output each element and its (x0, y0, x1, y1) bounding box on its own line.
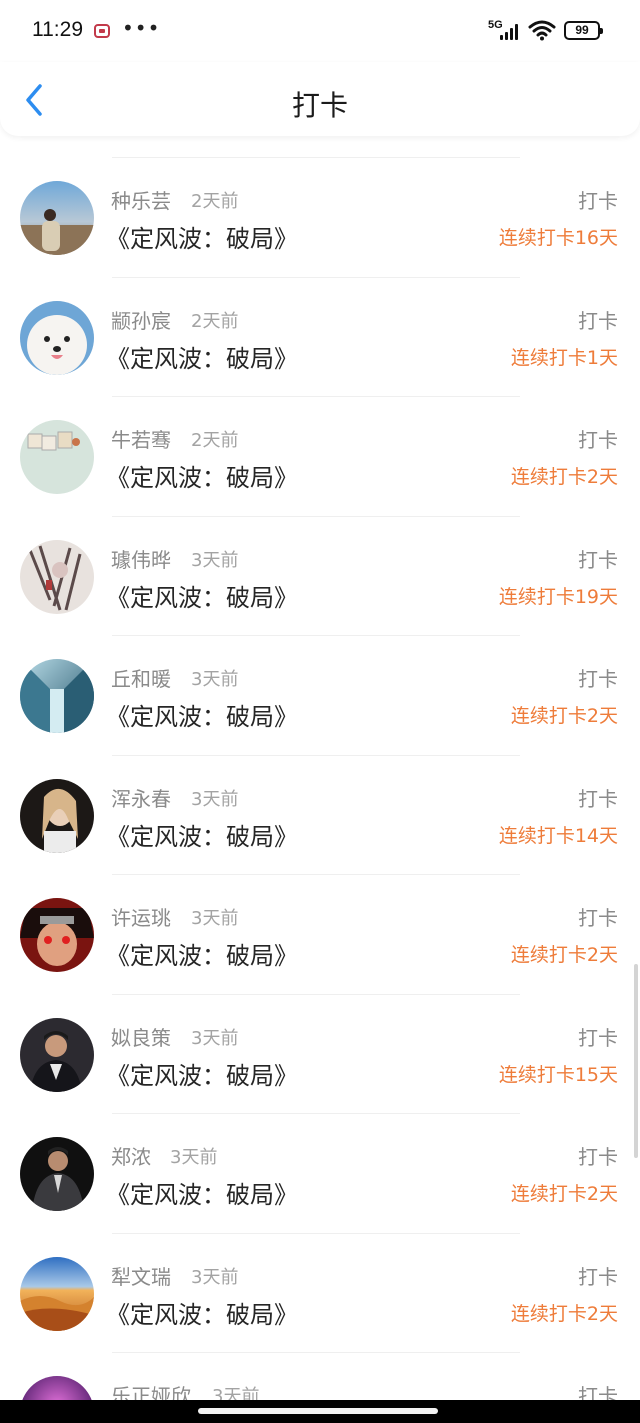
book-title[interactable]: 《定风波：破局》 (106, 1056, 298, 1091)
divider (112, 515, 520, 517)
streak-label: 连续打卡14天 (498, 824, 618, 847)
divider (112, 396, 520, 397)
user-name[interactable]: 浑永春 (111, 783, 171, 812)
status-time: 11:29 (32, 18, 83, 41)
divider (112, 157, 520, 158)
streak-label: 连续打卡2天 (510, 944, 618, 966)
checkin-label: 打卡 (578, 1264, 618, 1289)
user-name[interactable]: 郑浓 (111, 1141, 151, 1170)
user-name[interactable]: 许运珧 (111, 902, 171, 931)
checkin-label: 打卡 (578, 906, 618, 930)
checkin-label: 打卡 (578, 189, 618, 213)
book-title[interactable]: 《定风波：破局》 (106, 219, 298, 254)
nav-header: 打卡 (0, 62, 640, 136)
wifi-icon (528, 20, 556, 41)
avatar[interactable] (20, 300, 94, 375)
avatar[interactable] (20, 1256, 94, 1331)
avatar[interactable] (20, 420, 94, 494)
divider (112, 276, 520, 278)
time-ago: 2天前 (191, 191, 239, 212)
book-title[interactable]: 《定风波：破局》 (106, 1295, 298, 1330)
battery-icon: 99 (564, 21, 603, 40)
streak-label: 连续打卡15天 (498, 1063, 618, 1086)
book-title[interactable]: 《定风波：破局》 (106, 1175, 298, 1210)
time-ago: 2天前 (191, 430, 239, 451)
checkin-label: 打卡 (578, 786, 618, 811)
divider (112, 754, 520, 756)
time-ago: 3天前 (191, 1266, 239, 1288)
avatar[interactable] (20, 181, 94, 255)
checkin-label: 打卡 (578, 1145, 618, 1169)
home-indicator[interactable] (198, 1408, 438, 1414)
time-ago: 3天前 (191, 1027, 239, 1049)
avatar[interactable] (20, 1137, 94, 1211)
streak-label: 连续打卡2天 (510, 1302, 618, 1325)
book-title[interactable]: 《定风波：破局》 (106, 697, 298, 732)
list-item[interactable]: 乐正娅欣 3天前 打卡 (0, 1352, 640, 1400)
more-notifications-icon: ••• (122, 16, 161, 40)
time-ago: 3天前 (170, 1147, 218, 1168)
app-notification-icon (94, 24, 110, 38)
divider (112, 1352, 520, 1353)
checkin-list[interactable]: 种乐芸 2天前 《定风波：破局》 打卡 连续打卡16天 颛孙宸 2天前 《定风波… (0, 137, 640, 1400)
list-item[interactable]: 种乐芸 2天前 《定风波：破局》 打卡 连续打卡16天 (0, 157, 640, 277)
time-ago: 3天前 (191, 788, 239, 810)
streak-label: 连续打卡2天 (510, 466, 618, 488)
time-ago: 3天前 (212, 1386, 260, 1400)
checkin-label: 打卡 (578, 1025, 618, 1050)
user-name[interactable]: 种乐芸 (111, 185, 171, 214)
avatar[interactable] (20, 898, 94, 972)
checkin-label: 打卡 (578, 667, 618, 691)
book-title[interactable]: 《定风波：破局》 (106, 458, 298, 493)
user-name[interactable]: 犁文瑞 (111, 1261, 171, 1290)
divider (112, 993, 520, 995)
book-title[interactable]: 《定风波：破局》 (106, 817, 298, 852)
list-item[interactable]: 颛孙宸 2天前 《定风波：破局》 打卡 连续打卡1天 (0, 276, 640, 397)
user-name[interactable]: 姒良策 (111, 1022, 171, 1051)
time-ago: 2天前 (191, 310, 239, 332)
divider (112, 874, 520, 875)
streak-label: 连续打卡2天 (510, 1183, 618, 1205)
list-item[interactable]: 郑浓 3天前 《定风波：破局》 打卡 连续打卡2天 (0, 1113, 640, 1233)
time-ago: 3天前 (191, 669, 239, 690)
time-ago: 3天前 (191, 908, 239, 929)
checkin-label: 打卡 (578, 1384, 618, 1400)
avatar[interactable] (20, 1017, 94, 1092)
book-title[interactable]: 《定风波：破局》 (106, 339, 298, 374)
streak-label: 连续打卡1天 (510, 346, 618, 369)
system-navigation-bar (0, 1400, 640, 1423)
list-item[interactable]: 许运珧 3天前 《定风波：破局》 打卡 连续打卡2天 (0, 874, 640, 994)
status-bar: 11:29 ••• 5G 99 (0, 0, 640, 62)
avatar[interactable] (20, 778, 94, 853)
signal-icon (500, 22, 522, 40)
user-name[interactable]: 乐正娅欣 (111, 1380, 191, 1400)
book-title[interactable]: 《定风波：破局》 (106, 936, 298, 971)
list-item[interactable]: 璩伟晔 3天前 《定风波：破局》 打卡 连续打卡19天 (0, 515, 640, 636)
checkin-label: 打卡 (578, 428, 618, 452)
user-name[interactable]: 丘和暖 (111, 663, 171, 692)
streak-label: 连续打卡2天 (510, 705, 618, 727)
list-item[interactable]: 浑永春 3天前 《定风波：破局》 打卡 连续打卡14天 (0, 754, 640, 875)
avatar[interactable] (20, 659, 94, 733)
divider (112, 1232, 520, 1234)
book-title[interactable]: 《定风波：破局》 (106, 578, 298, 613)
user-name[interactable]: 牛若骞 (111, 424, 171, 453)
divider (112, 1113, 520, 1114)
checkin-label: 打卡 (578, 308, 618, 333)
user-name[interactable]: 颛孙宸 (111, 305, 171, 334)
list-item[interactable]: 犁文瑞 3天前 《定风波：破局》 打卡 连续打卡2天 (0, 1232, 640, 1353)
checkin-label: 打卡 (578, 547, 618, 572)
list-item[interactable]: 姒良策 3天前 《定风波：破局》 打卡 连续打卡15天 (0, 993, 640, 1114)
page-title: 打卡 (291, 89, 348, 122)
divider (112, 635, 520, 636)
user-name[interactable]: 璩伟晔 (111, 544, 171, 573)
scrollbar[interactable] (634, 964, 638, 1158)
time-ago: 3天前 (191, 549, 239, 571)
list-item[interactable]: 牛若骞 2天前 《定风波：破局》 打卡 连续打卡2天 (0, 396, 640, 516)
avatar[interactable] (20, 539, 94, 614)
avatar[interactable] (20, 1376, 94, 1400)
streak-label: 连续打卡16天 (498, 227, 618, 249)
streak-label: 连续打卡19天 (498, 585, 618, 608)
list-item[interactable]: 丘和暖 3天前 《定风波：破局》 打卡 连续打卡2天 (0, 635, 640, 755)
